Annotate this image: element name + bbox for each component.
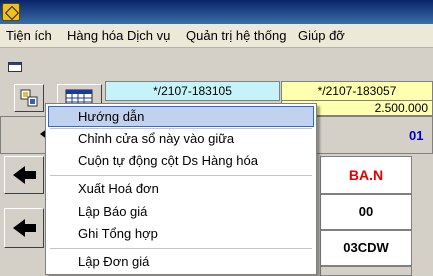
menu-giup-do[interactable]: Giúp đỡ — [298, 28, 345, 43]
menu-item-lap-don-gia[interactable]: Lập Đơn giá — [48, 251, 314, 272]
menu-item-ghi-tong-hop[interactable]: Ghi Tổng hợp — [48, 223, 314, 244]
menu-separator — [50, 175, 312, 176]
back-button-1[interactable] — [4, 156, 44, 194]
menu-item-huong-dan[interactable]: Hướng dẫn — [48, 106, 314, 127]
title-bar — [0, 0, 433, 24]
menu-bar: Tiện ích Hàng hóa Dịch vụ Quản trị hệ th… — [0, 24, 433, 48]
context-menu: Hướng dẫn Chỉnh cửa sổ này vào giữa Cuộn… — [45, 103, 317, 275]
code-cell-1[interactable]: BA.N — [320, 156, 412, 194]
menu-item-xuat-hoa-don[interactable]: Xuất Hoá đơn — [48, 178, 314, 199]
menu-separator — [50, 248, 312, 249]
menu-hang-hoa-dich-vu[interactable]: Hàng hóa Dịch vụ — [67, 28, 170, 43]
window-icon[interactable] — [8, 62, 22, 72]
menu-tien-ich[interactable]: Tiện ích — [6, 28, 52, 43]
code-cell-2[interactable]: 00 — [320, 194, 412, 230]
menu-item-cuon-tu-dong[interactable]: Cuộn tự động cột Ds Hàng hóa — [48, 150, 314, 171]
grid-row-bottom — [320, 266, 412, 276]
code-cell-3[interactable]: 03CDW — [320, 230, 412, 266]
settings-icon — [20, 89, 38, 107]
row-number: 01 — [409, 128, 424, 143]
order-code-cell-2[interactable]: */2107-183057 — [281, 81, 433, 101]
settings-button[interactable] — [14, 84, 44, 112]
menu-quan-tri-he-thong[interactable]: Quản trị hệ thống — [186, 28, 286, 43]
app-icon[interactable] — [2, 3, 20, 21]
menu-item-chinh-cua-so[interactable]: Chỉnh cửa sổ này vào giữa — [48, 128, 314, 149]
back-button-2[interactable] — [4, 208, 44, 248]
order-code-cell-1[interactable]: */2107-183105 — [105, 81, 280, 101]
menu-item-lap-bao-gia[interactable]: Lập Báo giá — [48, 201, 314, 222]
child-window-strip — [0, 59, 433, 75]
